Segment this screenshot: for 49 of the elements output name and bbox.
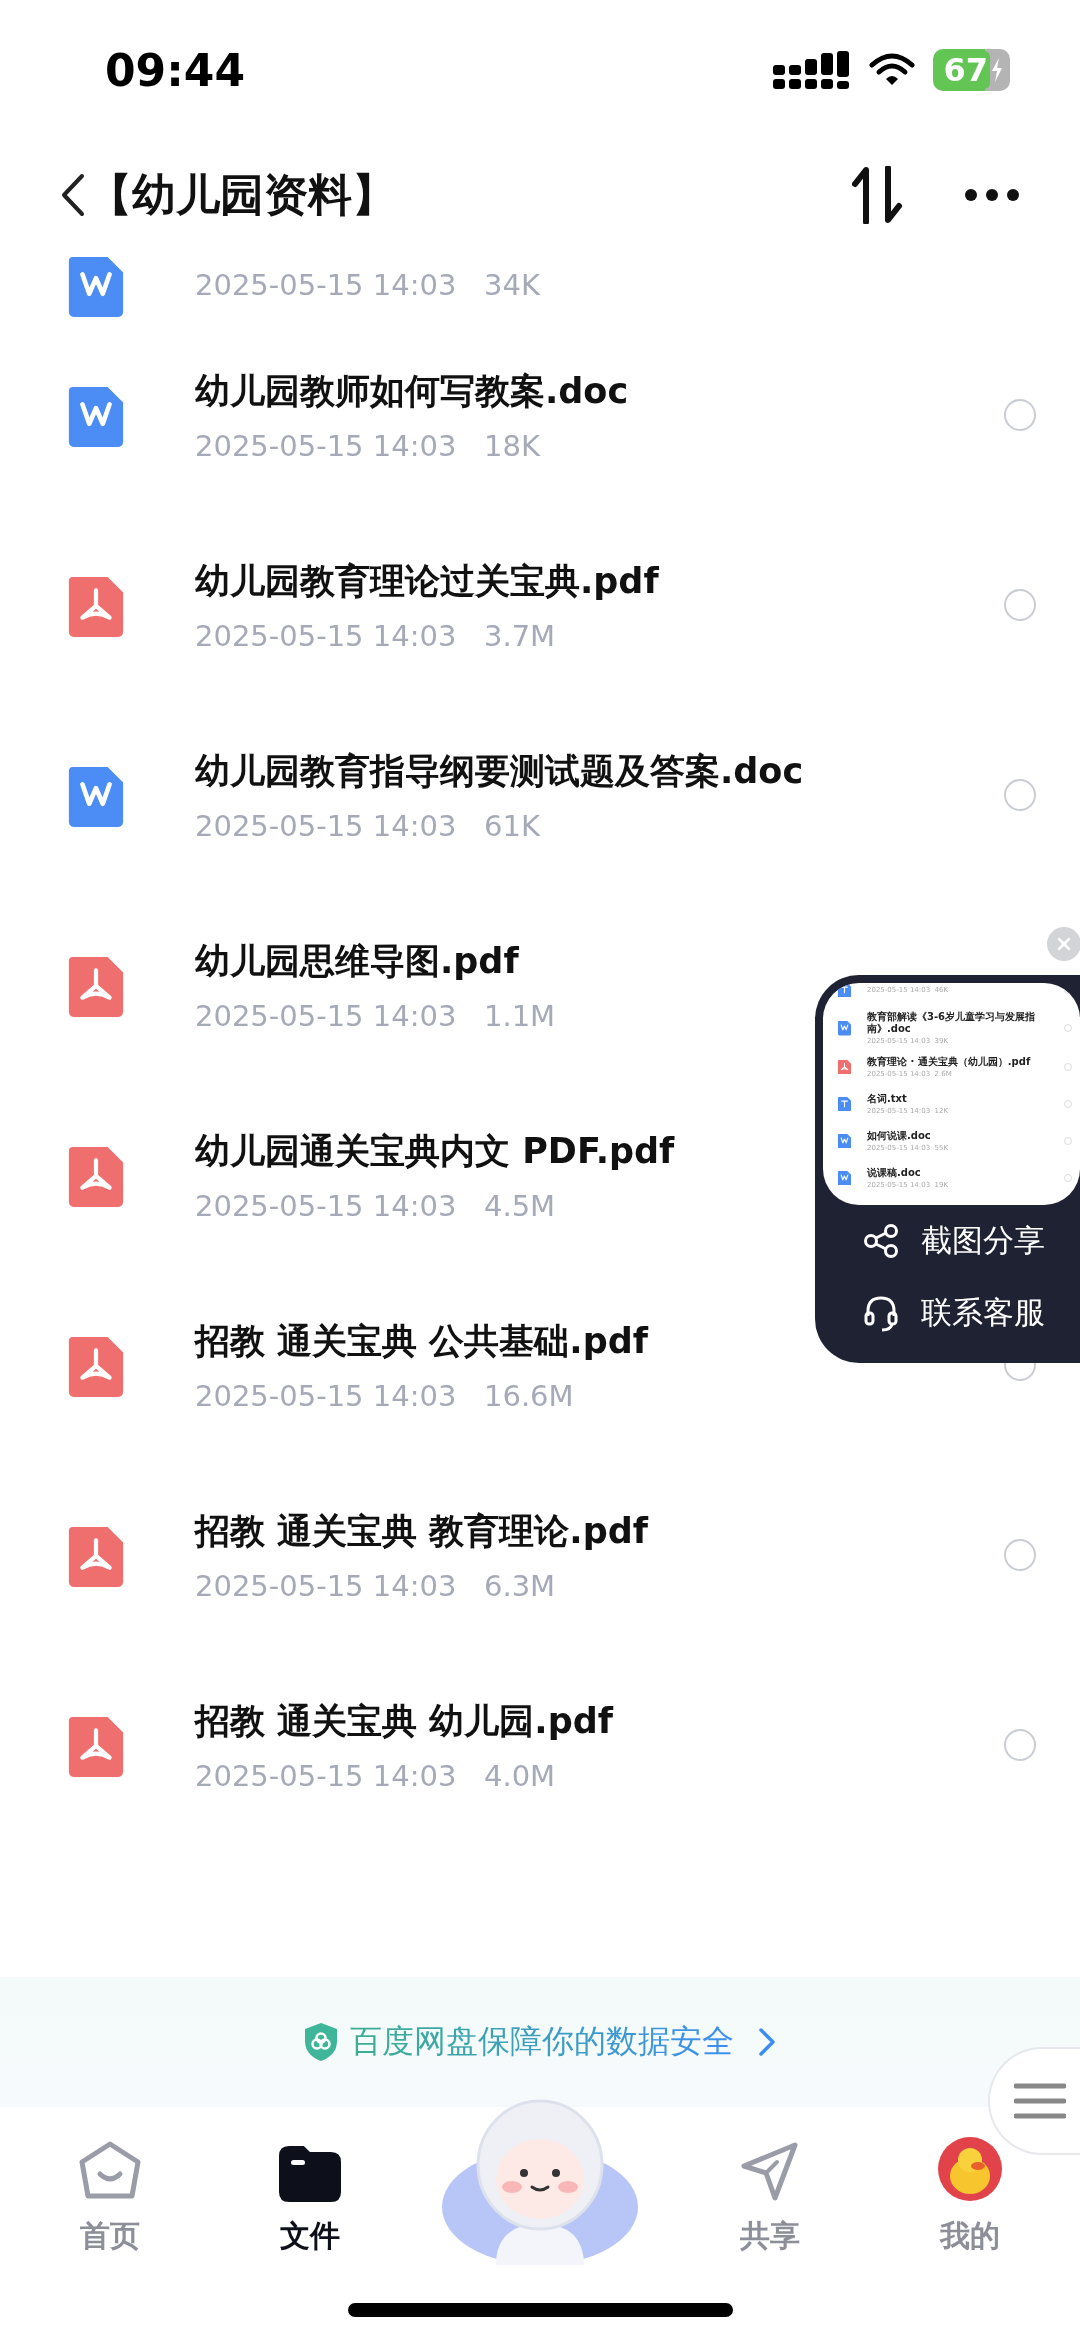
file-icon <box>837 983 852 998</box>
file-name: 说课稿.doc <box>867 1166 921 1179</box>
file-meta: 2025-05-15 14:03 61K <box>195 808 540 843</box>
more-icon[interactable] <box>964 188 1020 202</box>
file-meta: 2025-05-15 14:03 1.1M <box>195 998 556 1033</box>
file-name: 招教 通关宝典 幼儿园.pdf <box>195 1699 613 1743</box>
file-icon <box>837 1020 852 1036</box>
file-meta: 2025-05-15 14:03 34K <box>195 268 540 302</box>
close-button[interactable] <box>1047 927 1080 961</box>
battery-indicator: 67 <box>933 49 1010 91</box>
file-name: 如何说课.doc <box>867 1129 931 1142</box>
home-icon <box>78 2140 142 2202</box>
close-icon <box>1057 937 1071 951</box>
signal-icon <box>773 51 852 89</box>
file-name: 幼儿园教育指导纲要测试题及答案.doc <box>195 749 804 793</box>
chevron-right-icon[interactable] <box>758 2027 776 2057</box>
file-meta: 2025-05-15 14:03 16.6M <box>195 1378 574 1413</box>
headset-icon <box>863 1294 899 1332</box>
file-name: 名词.txt <box>867 1092 907 1105</box>
file-name: 幼儿园教育理论过关宝典.pdf <box>195 559 659 603</box>
shield-icon <box>304 2022 338 2062</box>
file-name: 幼儿园通关宝典内文 PDF.pdf <box>195 1129 675 1173</box>
file-meta: 2025-05-15 14:03 18K <box>195 428 540 463</box>
file-name: 幼儿园思维导图.pdf <box>195 939 519 983</box>
file-meta: 2025-05-15 14:03 6.3M <box>195 1568 556 1603</box>
file-name: 教育理论 · 通关宝典（幼儿园）.pdf <box>867 1055 1031 1068</box>
contact-support-button[interactable]: 联系客服 <box>823 1277 1051 1349</box>
file-name: 幼儿园教师如何写教案.doc <box>195 369 629 413</box>
folder-icon <box>279 2146 341 2202</box>
menu-handle[interactable] <box>988 2047 1080 2155</box>
file-name: 招教 通关宝典 公共基础.pdf <box>195 1319 648 1363</box>
file-meta: 2025-05-15 14:03 3.7M <box>195 618 556 653</box>
sort-icon[interactable] <box>852 166 902 224</box>
file-icon <box>837 1132 852 1149</box>
file-name: 教育部解读《3-6岁儿童学习与发展指南》.doc <box>867 1011 1037 1035</box>
share-icon <box>863 1224 899 1258</box>
status-time: 09:44 <box>105 44 246 96</box>
back-button[interactable] <box>60 173 86 217</box>
file-icon <box>837 1095 852 1112</box>
folder-title: 【幼儿园资料】 <box>88 167 396 222</box>
file-icon <box>837 1058 852 1075</box>
avatar-icon <box>937 2136 1003 2202</box>
wifi-icon <box>869 53 916 87</box>
file-meta: 2025-05-15 14:03 4.5M <box>195 1188 556 1223</box>
screenshot-share-button[interactable]: 截图分享 <box>823 1205 1051 1277</box>
file-meta: 2025-05-15 14:03 4.0M <box>195 1758 556 1793</box>
file-name: 招教 通关宝典 教育理论.pdf <box>195 1509 648 1553</box>
nav-tab[interactable]: 文件 <box>210 2146 410 2257</box>
file-icon <box>837 1169 852 1186</box>
